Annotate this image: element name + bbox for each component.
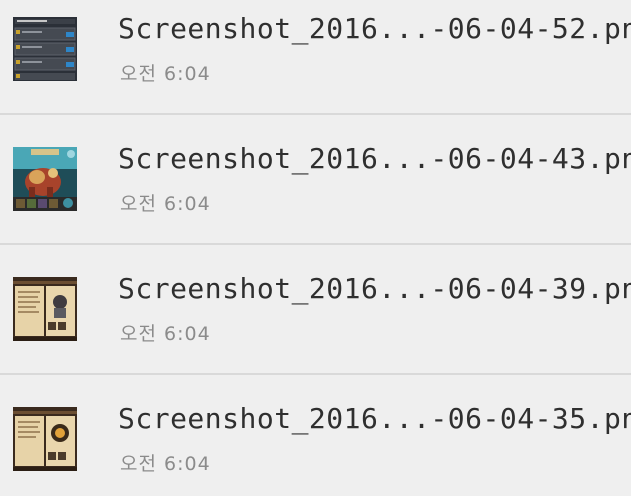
screenshot-thumbnail <box>13 407 77 471</box>
dark-ui-thumbnail-icon <box>13 17 77 81</box>
list-item[interactable]: Screenshot_2016...-06-04-35.png 오전 6:04 <box>0 376 631 496</box>
file-name: Screenshot_2016...-06-04-39.png <box>118 272 631 305</box>
screenshot-thumbnail <box>13 147 77 211</box>
divider <box>0 373 631 375</box>
book-page-thumbnail-icon <box>13 277 77 341</box>
file-time: 오전 6:04 <box>120 193 211 215</box>
file-name: Screenshot_2016...-06-04-35.png <box>118 402 631 435</box>
file-name: Screenshot_2016...-06-04-52.png <box>118 12 631 45</box>
file-time: 오전 6:04 <box>120 63 211 85</box>
screenshot-thumbnail <box>13 277 77 341</box>
book-page-thumbnail-icon <box>13 407 77 471</box>
list-item[interactable]: Screenshot_2016...-06-04-52.png 오전 6:04 <box>0 0 631 114</box>
list-item[interactable]: Screenshot_2016...-06-04-43.png 오전 6:04 <box>0 116 631 244</box>
list-item[interactable]: Screenshot_2016...-06-04-39.png 오전 6:04 <box>0 246 631 374</box>
divider <box>0 113 631 115</box>
file-time: 오전 6:04 <box>120 323 211 345</box>
file-time: 오전 6:04 <box>120 453 211 475</box>
file-name: Screenshot_2016...-06-04-43.png <box>118 142 631 175</box>
game-character-thumbnail-icon <box>13 147 77 211</box>
divider <box>0 243 631 245</box>
screenshot-thumbnail <box>13 17 77 81</box>
file-list: Screenshot_2016...-06-04-52.png 오전 6:04 <box>0 0 631 496</box>
